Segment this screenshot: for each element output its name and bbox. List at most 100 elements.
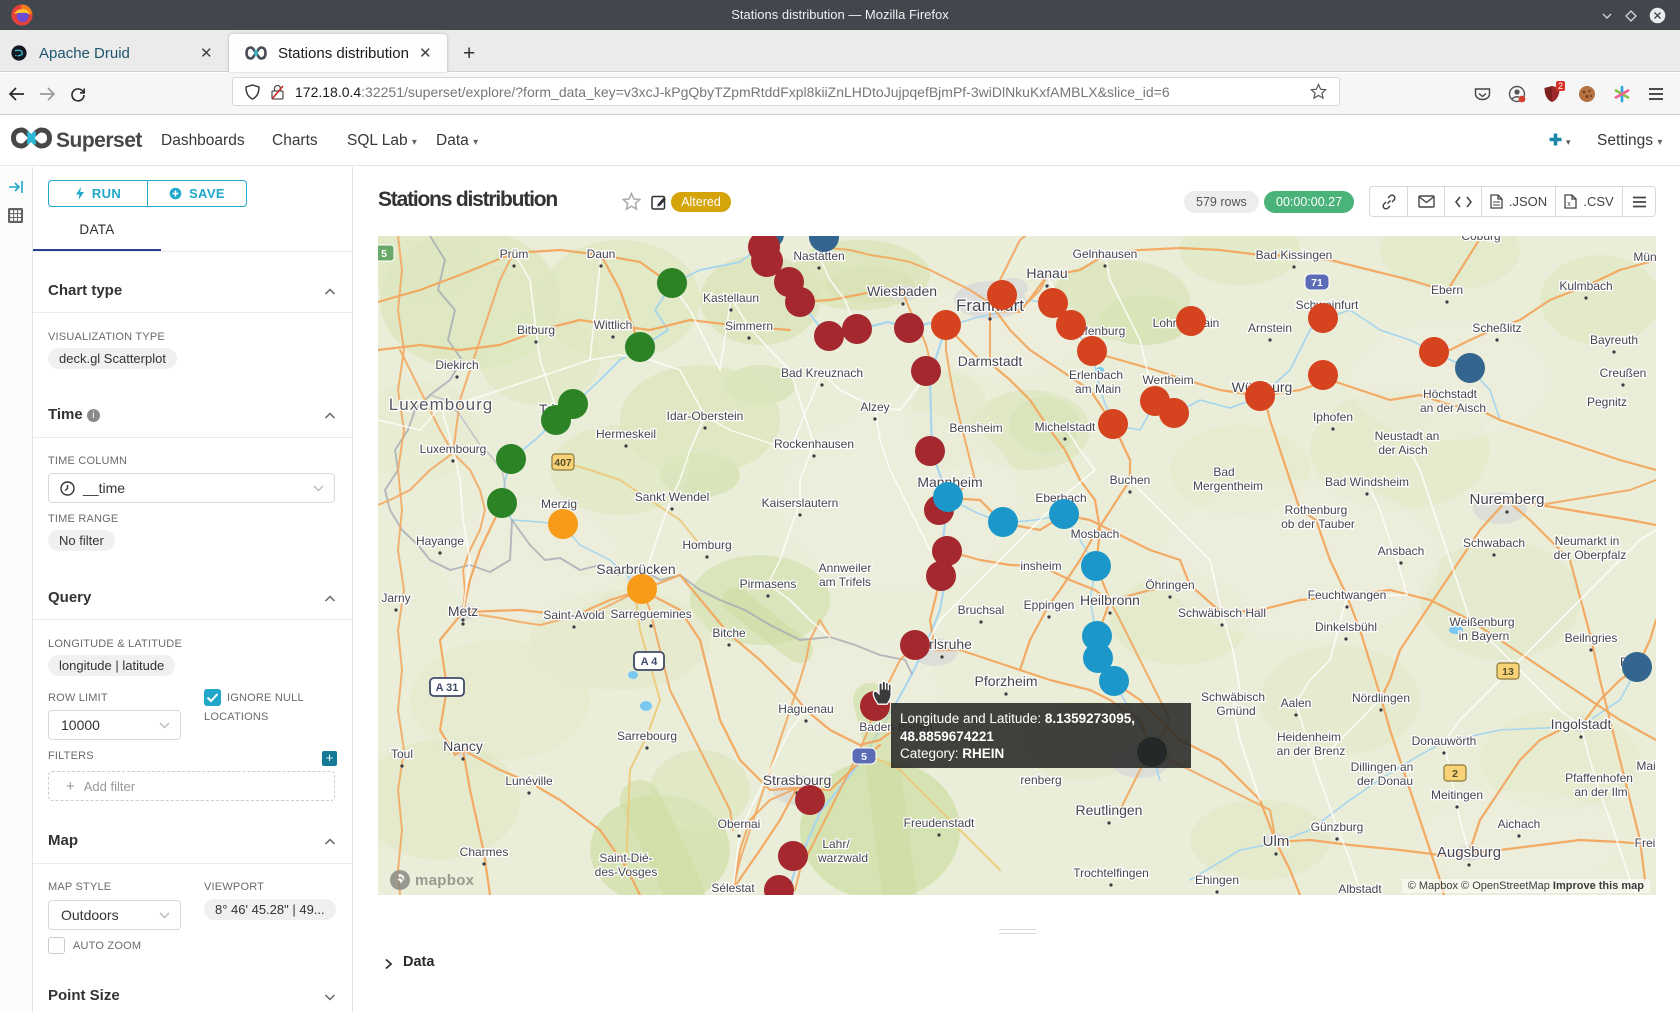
svg-text:407: 407 <box>554 457 572 469</box>
svg-text:2: 2 <box>1452 768 1458 780</box>
svg-text:der Aisch: der Aisch <box>1378 443 1427 457</box>
svg-text:Ansbach: Ansbach <box>1378 544 1425 558</box>
svg-text:Schwabach: Schwabach <box>1463 536 1525 550</box>
svg-text:Hermeskeil: Hermeskeil <box>596 427 656 441</box>
svg-text:Trochtelfingen: Trochtelfingen <box>1073 866 1149 880</box>
svg-text:Daun: Daun <box>587 247 616 261</box>
svg-text:Bensheim: Bensheim <box>949 421 1002 435</box>
svg-text:Bitburg: Bitburg <box>517 323 555 337</box>
svg-text:Ingolstadt: Ingolstadt <box>1551 716 1612 732</box>
svg-text:Metz: Metz <box>448 603 478 619</box>
svg-text:Höchstadt: Höchstadt <box>1423 387 1478 401</box>
svg-text:Merzig: Merzig <box>541 497 577 511</box>
svg-text:Wittlich: Wittlich <box>594 318 633 332</box>
svg-text:Eppingen: Eppingen <box>1024 598 1075 612</box>
svg-text:Gelnhausen: Gelnhausen <box>1073 247 1138 261</box>
svg-text:des-Vosges: des-Vosges <box>595 865 658 879</box>
svg-text:Nuremberg: Nuremberg <box>1469 491 1544 508</box>
svg-text:Aichach: Aichach <box>1498 817 1541 831</box>
svg-text:am Main: am Main <box>1075 382 1121 396</box>
svg-text:Pegnitz: Pegnitz <box>1587 395 1627 409</box>
svg-text:Sarrebourg: Sarrebourg <box>617 729 677 743</box>
svg-text:Meitingen: Meitingen <box>1431 788 1483 802</box>
svg-text:renberg: renberg <box>1020 773 1061 787</box>
svg-text:Nancy: Nancy <box>443 738 483 754</box>
svg-text:Rothenburg: Rothenburg <box>1285 503 1348 517</box>
svg-text:Heidenheim: Heidenheim <box>1277 730 1341 744</box>
svg-text:Gmünd: Gmünd <box>1216 704 1255 718</box>
svg-text:Hanau: Hanau <box>1026 265 1067 281</box>
svg-text:Mosbach: Mosbach <box>1071 527 1120 541</box>
svg-text:x: x <box>1568 201 1572 208</box>
svg-text:Öhringen: Öhringen <box>1145 578 1194 592</box>
svg-text:Luxembourg: Luxembourg <box>420 442 487 456</box>
svg-text:Sarreguemines: Sarreguemines <box>610 607 691 621</box>
svg-text:Lahr/: Lahr/ <box>822 837 850 851</box>
svg-text:Strasbourg: Strasbourg <box>763 772 831 788</box>
svg-text:Beilngries: Beilngries <box>1565 631 1618 645</box>
svg-text:Ebern: Ebern <box>1431 283 1463 297</box>
svg-text:Münc: Münc <box>1633 250 1656 264</box>
svg-text:Erlenbach: Erlenbach <box>1069 368 1123 382</box>
svg-text:Diekirch: Diekirch <box>435 358 478 372</box>
svg-text:insheim: insheim <box>1020 559 1061 573</box>
svg-text:Freis: Freis <box>1635 836 1656 850</box>
svg-text:Rockenhausen: Rockenhausen <box>774 437 854 451</box>
svg-text:Coburg: Coburg <box>1461 236 1500 243</box>
svg-text:an der Aisch: an der Aisch <box>1420 401 1486 415</box>
svg-text:Saint-Avold: Saint-Avold <box>543 608 604 622</box>
svg-text:Saint-Dié-: Saint-Dié- <box>599 851 652 865</box>
svg-text:Ehingen: Ehingen <box>1195 873 1239 887</box>
svg-text:Schwäbisch Hall: Schwäbisch Hall <box>1178 606 1266 620</box>
svg-text:Albstadt: Albstadt <box>1338 882 1382 895</box>
svg-text:Reutlingen: Reutlingen <box>1076 802 1143 818</box>
svg-text:Bad Windsheim: Bad Windsheim <box>1325 475 1409 489</box>
svg-text:Michelstadt: Michelstadt <box>1035 420 1096 434</box>
svg-text:der Oberpfalz: der Oberpfalz <box>1554 548 1627 562</box>
svg-text:Augsburg: Augsburg <box>1437 844 1501 861</box>
svg-text:Feuchtwangen: Feuchtwangen <box>1308 588 1387 602</box>
svg-text:an der Brenz: an der Brenz <box>1277 744 1346 758</box>
svg-text:Darmstadt: Darmstadt <box>958 353 1023 369</box>
svg-text:Luxembourg: Luxembourg <box>389 395 494 414</box>
svg-text:Mair: Mair <box>1636 759 1656 773</box>
svg-text:Sankt Wendel: Sankt Wendel <box>635 490 710 504</box>
svg-text:Bitche: Bitche <box>712 626 746 640</box>
svg-text:ob der Tauber: ob der Tauber <box>1281 517 1355 531</box>
svg-text:Idar-Oberstein: Idar-Oberstein <box>667 409 744 423</box>
svg-text:Buchen: Buchen <box>1110 473 1151 487</box>
svg-text:Lunéville: Lunéville <box>505 774 553 788</box>
svg-text:Scheßlitz: Scheßlitz <box>1472 321 1521 335</box>
svg-text:Freudenstadt: Freudenstadt <box>904 816 975 830</box>
svg-text:der Donau: der Donau <box>1357 774 1413 788</box>
svg-text:Ulm: Ulm <box>1263 833 1290 850</box>
svg-text:Arnstein: Arnstein <box>1248 321 1292 335</box>
svg-text:Iphofen: Iphofen <box>1313 410 1353 424</box>
svg-text:5: 5 <box>861 751 867 763</box>
svg-text:Haguenau: Haguenau <box>778 702 833 716</box>
svg-text:Schwäbisch: Schwäbisch <box>1201 690 1265 704</box>
svg-text:Bruchsal: Bruchsal <box>958 603 1005 617</box>
svg-text:Bayreuth: Bayreuth <box>1590 333 1638 347</box>
svg-text:Kaiserslautern: Kaiserslautern <box>762 496 839 510</box>
svg-text:Neumarkt in: Neumarkt in <box>1555 534 1620 548</box>
svg-text:Dillingen an: Dillingen an <box>1351 760 1414 774</box>
svg-text:Pforzheim: Pforzheim <box>974 673 1037 689</box>
svg-text:Bad Kreuznach: Bad Kreuznach <box>781 366 863 380</box>
svg-text:Obernai: Obernai <box>718 817 761 831</box>
svg-text:Donauwörth: Donauwörth <box>1412 734 1477 748</box>
svg-text:Wiesbaden: Wiesbaden <box>867 283 937 299</box>
svg-text:Bad: Bad <box>1213 465 1234 479</box>
svg-text:Pirmasens: Pirmasens <box>740 577 797 591</box>
svg-text:Sélestat: Sélestat <box>711 881 755 895</box>
svg-text:Kulmbach: Kulmbach <box>1559 279 1612 293</box>
svg-text:Charmes: Charmes <box>460 845 509 859</box>
svg-text:Toul: Toul <box>391 747 413 761</box>
svg-text:Neustadt an: Neustadt an <box>1375 429 1440 443</box>
svg-text:Creußen: Creußen <box>1600 366 1647 380</box>
svg-text:Weißenburg: Weißenburg <box>1449 615 1514 629</box>
svg-text:an der Ilm: an der Ilm <box>1574 785 1627 799</box>
svg-text:Pfaffenhofen: Pfaffenhofen <box>1565 771 1633 785</box>
svg-text:Günzburg: Günzburg <box>1311 820 1364 834</box>
svg-text:Homburg: Homburg <box>682 538 731 552</box>
